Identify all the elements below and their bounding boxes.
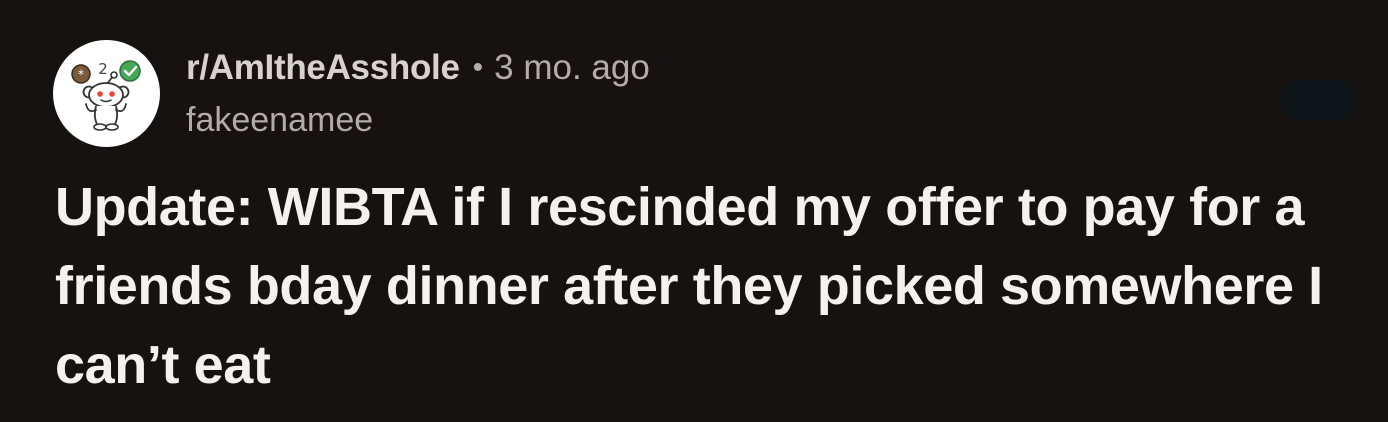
post-timestamp: 3 mo. ago bbox=[494, 48, 650, 87]
post-title[interactable]: Update: WIBTA if I rescinded my offer to… bbox=[55, 168, 1345, 405]
post-meta: r/AmItheAsshole • 3 mo. ago bbox=[186, 44, 650, 92]
author-username[interactable]: fakeenamee bbox=[186, 98, 373, 142]
subreddit-link[interactable]: r/AmItheAsshole bbox=[186, 48, 460, 88]
svg-text:*: * bbox=[78, 68, 84, 82]
subreddit-avatar[interactable]: * 2 bbox=[53, 40, 160, 147]
more-options-button[interactable] bbox=[1280, 80, 1355, 120]
post-header-card: * 2 r/AmItheAsshole • 3 mo. ago fakeenam… bbox=[0, 0, 1388, 422]
svg-text:2: 2 bbox=[98, 60, 108, 78]
snoo-avatar-icon: * 2 bbox=[71, 60, 141, 131]
meta-separator: • bbox=[472, 51, 484, 84]
